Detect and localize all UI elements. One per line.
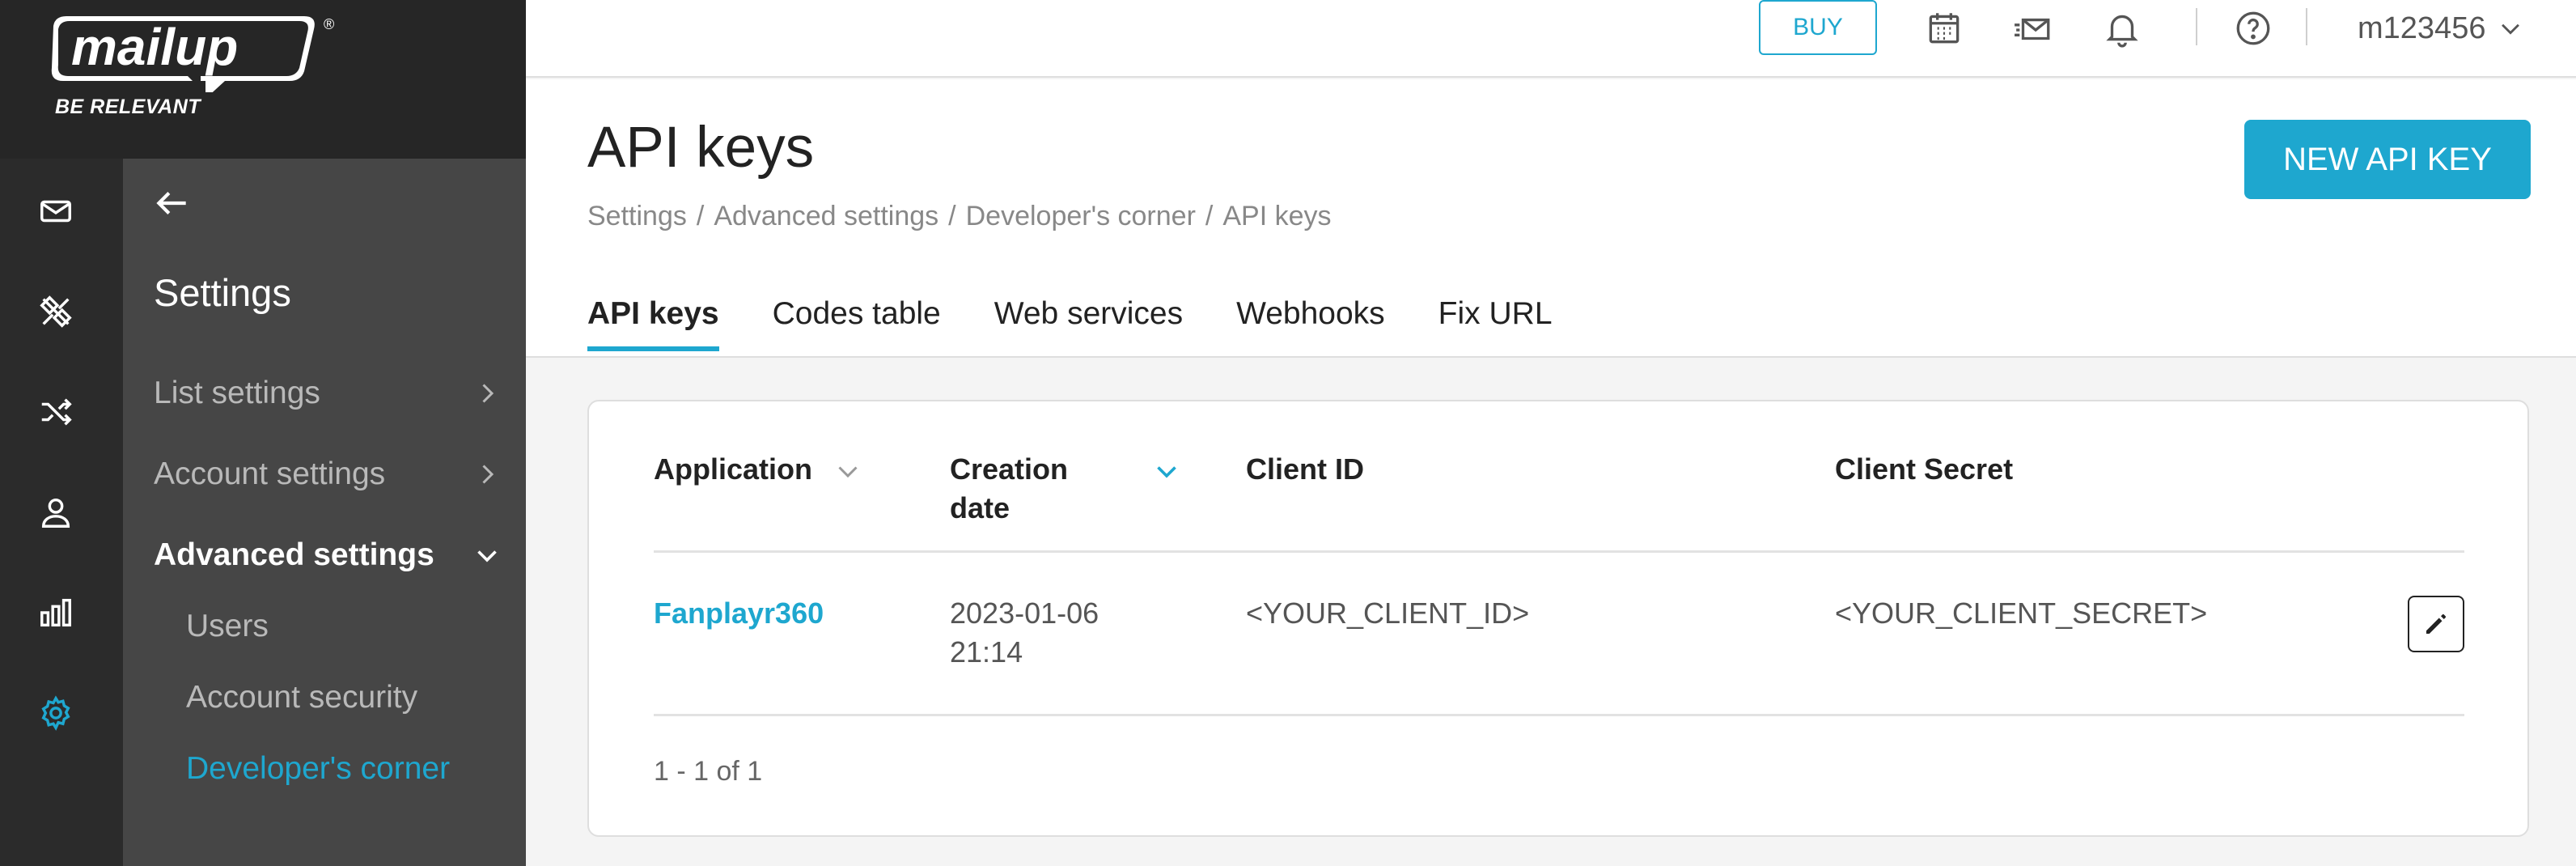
tab-bar: API keys Codes table Web services Webhoo…	[587, 296, 1553, 351]
application-link[interactable]: Fanplayr360	[654, 594, 824, 633]
tab-webhooks[interactable]: Webhooks	[1236, 296, 1385, 351]
header-separator	[2306, 8, 2307, 45]
logo-slogan: BE RELEVANT	[55, 96, 201, 118]
person-icon[interactable]	[36, 492, 76, 533]
api-keys-card: Application Creation date Client ID Clie…	[587, 400, 2529, 837]
nav-item-label: Advanced settings	[154, 537, 434, 572]
icon-rail	[0, 159, 123, 866]
column-header-line: date	[950, 491, 1010, 524]
back-arrow-icon[interactable]	[152, 183, 193, 223]
page-title: API keys	[587, 116, 815, 180]
breadcrumb-separator: /	[696, 201, 705, 231]
creation-time: 21:14	[950, 635, 1023, 669]
breadcrumb-item-api-keys: API keys	[1222, 201, 1332, 231]
design-tools-icon[interactable]	[36, 291, 76, 332]
settings-subnav: Settings List settings Account settings …	[123, 159, 526, 866]
nav-item-list-settings[interactable]: List settings	[154, 367, 502, 419]
nav-item-account-settings[interactable]: Account settings	[154, 448, 502, 500]
chevron-down-icon	[477, 550, 497, 562]
gear-icon[interactable]	[36, 693, 76, 733]
username: m123456	[2358, 11, 2486, 45]
column-header-application[interactable]: Application	[654, 450, 812, 489]
buy-button[interactable]: BUY	[1759, 0, 1877, 55]
page-header: API keys Settings / Advanced settings / Deve…	[526, 79, 2576, 358]
bell-icon[interactable]	[2100, 6, 2144, 50]
column-header-client-id: Client ID	[1246, 452, 1365, 486]
breadcrumb-item-advanced-settings[interactable]: Advanced settings	[714, 201, 938, 231]
client-id-cell: <YOUR_CLIENT_ID>	[1246, 596, 1530, 630]
tab-api-keys[interactable]: API keys	[587, 296, 719, 351]
nav-sub-developers-corner[interactable]: Developer's corner	[186, 751, 450, 787]
logo-wordmark: mailup	[71, 18, 238, 76]
edit-button[interactable]	[2408, 596, 2464, 652]
nav-item-advanced-settings[interactable]: Advanced settings	[154, 529, 502, 581]
pagination-info: 1 - 1 of 1	[654, 756, 763, 787]
shuffle-icon[interactable]	[36, 392, 76, 432]
breadcrumb-separator: /	[948, 201, 956, 231]
header-separator	[2196, 8, 2197, 45]
send-mail-icon[interactable]	[2011, 6, 2055, 50]
chevron-down-icon	[2502, 23, 2520, 35]
sort-chevron-active-icon[interactable]	[1152, 456, 1181, 486]
breadcrumb-separator: /	[1205, 201, 1214, 231]
pencil-icon	[2426, 614, 2446, 634]
registered-mark: ®	[324, 16, 335, 32]
tab-web-services[interactable]: Web services	[994, 296, 1183, 351]
subnav-title: Settings	[154, 271, 291, 314]
header-divider	[654, 550, 2464, 553]
row-divider	[654, 714, 2464, 716]
nav-item-label: Account settings	[154, 456, 386, 491]
top-bar: BUY m123456	[526, 0, 2576, 78]
client-secret-cell: <YOUR_CLIENT_SECRET>	[1835, 596, 2208, 630]
chevron-right-icon	[482, 465, 494, 484]
breadcrumb: Settings / Advanced settings / Developer's c…	[587, 201, 1332, 232]
tab-codes-table[interactable]: Codes table	[773, 296, 941, 351]
nav-sub-account-security[interactable]: Account security	[186, 680, 417, 715]
tab-fix-url[interactable]: Fix URL	[1438, 296, 1553, 351]
help-icon[interactable]	[2231, 6, 2275, 50]
column-header-client-secret: Client Secret	[1835, 452, 2014, 486]
column-header-line: Creation	[950, 452, 1069, 486]
mailup-logo[interactable]: mailup	[47, 11, 322, 92]
bar-chart-icon[interactable]	[36, 592, 76, 633]
sort-chevron-icon[interactable]	[833, 456, 862, 486]
envelope-icon[interactable]	[36, 191, 76, 231]
nav-sub-users[interactable]: Users	[186, 609, 269, 644]
calendar-icon[interactable]	[1922, 6, 1966, 50]
breadcrumb-item-developers-corner[interactable]: Developer's corner	[966, 201, 1196, 231]
chevron-right-icon	[482, 384, 494, 403]
user-menu[interactable]: m123456	[2358, 8, 2524, 49]
breadcrumb-item-settings[interactable]: Settings	[587, 201, 687, 231]
creation-date-cell: 2023-01-06 21:14	[950, 594, 1099, 672]
nav-item-label: List settings	[154, 376, 320, 410]
logo-area: mailup ® BE RELEVANT	[0, 0, 526, 159]
new-api-key-button[interactable]: NEW API KEY	[2244, 120, 2531, 199]
column-header-creation-date[interactable]: Creation date	[950, 450, 1068, 528]
creation-date: 2023-01-06	[950, 596, 1099, 630]
